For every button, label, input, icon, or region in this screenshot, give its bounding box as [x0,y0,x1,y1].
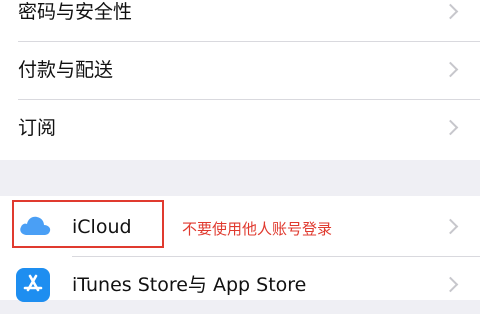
chevron-right-icon [442,3,459,20]
row-label: 密码与安全性 [18,1,133,23]
settings-row-itunes-app-store[interactable]: iTunes Store与 App Store [0,256,480,314]
settings-row-subscriptions[interactable]: 订阅 [0,99,480,157]
chevron-right-icon [442,276,459,293]
settings-row-password-security[interactable]: 密码与安全性 [0,0,480,41]
settings-row-payment-shipping[interactable]: 付款与配送 [0,41,480,99]
settings-group-account: 密码与安全性 付款与配送 订阅 [0,0,480,160]
annotation-highlight-box [12,200,164,248]
chevron-right-icon [442,119,459,136]
chevron-right-icon [442,61,459,78]
row-label: iTunes Store与 App Store [72,274,307,296]
app-store-icon [16,268,50,302]
row-label: 付款与配送 [18,59,114,81]
annotation-text: 不要使用他人账号登录 [182,220,333,238]
row-label: 订阅 [18,117,57,139]
chevron-right-icon [442,218,459,235]
